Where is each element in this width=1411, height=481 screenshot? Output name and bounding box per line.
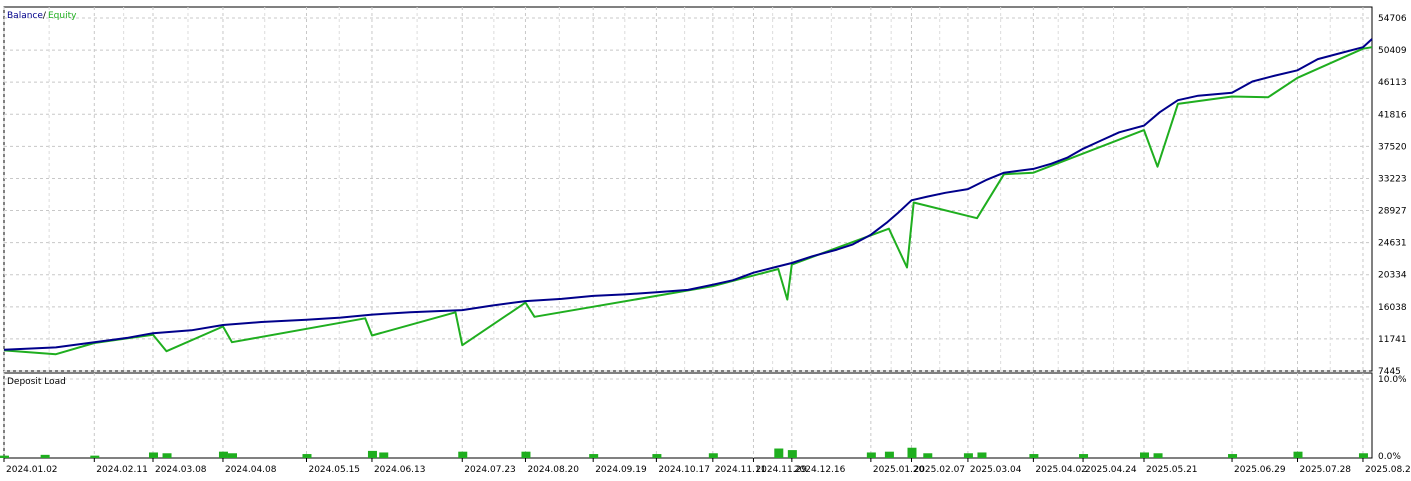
deposit-load-bar (589, 454, 599, 458)
deposit-load-bar (458, 451, 468, 458)
deposit-load-bar (1140, 452, 1149, 458)
y-tick-label: 10.0% (1378, 375, 1407, 385)
x-tick-label: 2024.12.16 (794, 465, 846, 475)
x-tick-label: 2024.08.20 (527, 465, 579, 475)
deposit-load-bar (1228, 454, 1238, 458)
y-tick-label: 54706 (1378, 14, 1407, 24)
deposit-load-bar (923, 453, 933, 458)
chart-frame (3, 6, 1373, 459)
x-tick-label: 2024.05.15 (308, 465, 360, 475)
x-tick-label: 2025.04.24 (1085, 465, 1137, 475)
x-tick-label: 2025.06.29 (1234, 465, 1286, 475)
tester-graph: 54706 50409 46113 41816 37520 33223 28927 24631… (0, 0, 1411, 477)
deposit-load-bar (379, 452, 389, 458)
deposit-load-bar (866, 452, 876, 458)
x-tick-label: 2025.04.02 (1035, 465, 1087, 475)
main-y-axis: 54706 50409 46113 41816 37520 33223 28927 24631… (1378, 14, 1407, 377)
deposit-load-bar (708, 453, 718, 458)
deposit-load-bar (302, 454, 312, 458)
y-tick-label: 0.0% (1378, 452, 1401, 462)
x-tick-label: 2024.04.08 (225, 465, 277, 475)
deposit-load-bar (162, 453, 172, 458)
chart-svg: 54706 50409 46113 41816 37520 33223 28927 24631… (0, 6, 1411, 475)
x-tick-label: 2025.03.04 (970, 465, 1022, 475)
deposit-load-bar (1153, 453, 1163, 458)
y-tick-label: 28927 (1378, 207, 1407, 217)
x-tick-label: 2024.03.08 (155, 465, 207, 475)
x-tick-label: 2025.05.21 (1146, 465, 1198, 475)
deposit-load-bar (1029, 454, 1039, 458)
deposit-load-bar (521, 451, 531, 458)
y-tick-label: 33223 (1378, 174, 1407, 184)
deposit-load-bar (787, 450, 797, 458)
deposit-y-axis: 10.0% 0.0% (1378, 375, 1407, 462)
deposit-load-bar (218, 451, 228, 458)
y-tick-label: 24631 (1378, 239, 1407, 249)
deposit-load-bar (0, 455, 9, 458)
deposit-load-bar (367, 450, 377, 458)
y-tick-label: 16038 (1378, 303, 1407, 313)
deposit-load-bar (40, 454, 50, 458)
x-tick-label: 2025.08.26 (1365, 465, 1411, 475)
y-tick-label: 37520 (1378, 142, 1407, 152)
deposit-load-bar (652, 454, 662, 458)
y-tick-label: 41816 (1378, 110, 1407, 120)
deposit-load-bar (1358, 453, 1368, 458)
x-tick-label: 2024.02.11 (96, 465, 148, 475)
y-tick-label: 11741 (1378, 335, 1407, 345)
deposit-load-bar (774, 448, 784, 458)
main-panel-frame (3, 6, 1373, 372)
x-tick-label: 2025.07.28 (1300, 465, 1352, 475)
deposit-load-bar (148, 452, 158, 458)
deposit-load-bar (1079, 454, 1089, 458)
deposit-load-bar (1293, 451, 1303, 458)
y-tick-label: 20334 (1378, 271, 1407, 281)
x-tick-label: 2024.07.23 (464, 465, 516, 475)
deposit-load-title: Deposit Load (7, 377, 66, 387)
x-tick-label: 2024.10.17 (658, 465, 710, 475)
deposit-load-bar (907, 447, 917, 458)
deposit-load-bar (884, 451, 894, 458)
x-tick-label: 2024.09.19 (595, 465, 647, 475)
deposit-load-bar (963, 453, 973, 458)
x-tick-label: 2024.01.02 (6, 465, 58, 475)
deposit-load-bar (228, 453, 237, 458)
legend-equity: Equity (48, 11, 77, 21)
y-tick-label: 46113 (1378, 78, 1407, 88)
deposit-panel-frame (3, 372, 1373, 459)
time-axis: 2024.01.02 2024.02.11 2024.03.08 2024.04.08… (3, 458, 1411, 475)
x-tick-label: 2025.02.07 (913, 465, 965, 475)
x-tick-label: 2024.06.13 (374, 465, 426, 475)
legend-balance: Balance (7, 11, 43, 21)
deposit-load-bar (977, 452, 987, 458)
deposit-load-bar (90, 455, 100, 458)
y-tick-label: 50409 (1378, 46, 1407, 56)
